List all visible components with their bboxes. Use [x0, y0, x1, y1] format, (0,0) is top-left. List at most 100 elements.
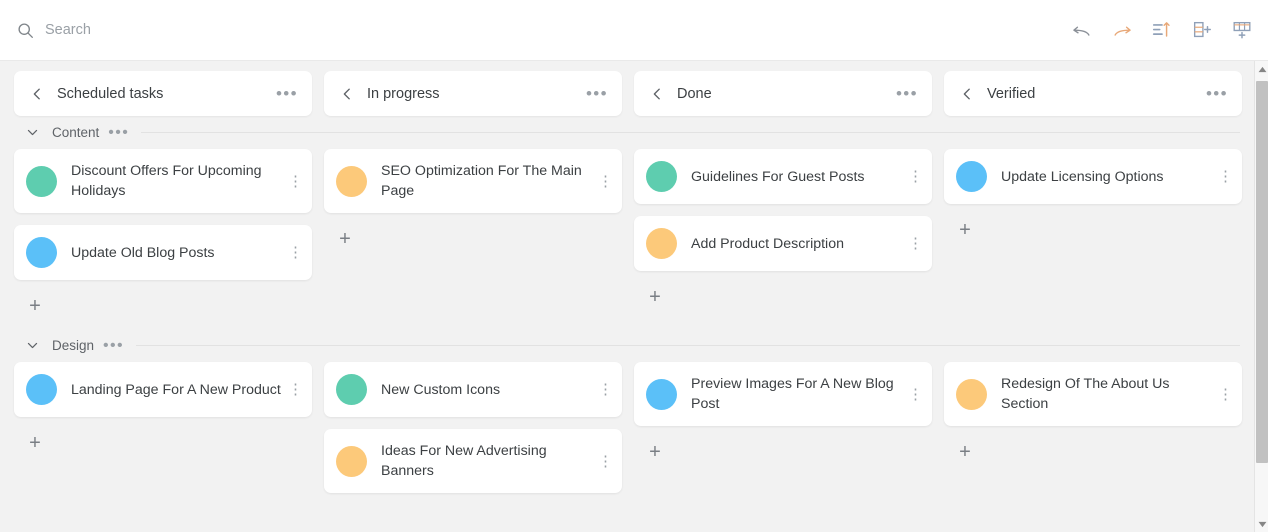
add-task-button[interactable]: + [332, 226, 358, 252]
redo-icon [1114, 26, 1131, 36]
group-header-design[interactable]: Design ••• [0, 329, 1254, 362]
task-title: Preview Images For A New Blog Post [691, 376, 894, 412]
task-menu-button[interactable]: ⋮ [288, 382, 303, 397]
task-title: SEO Optimization For The Main Page [381, 163, 582, 199]
task-card[interactable]: Ideas For New Advertising Banners ⋮ [324, 429, 622, 493]
column-menu-button[interactable]: ••• [276, 85, 298, 102]
undo-icon [1073, 26, 1090, 36]
task-title: New Custom Icons [381, 381, 501, 398]
add-task-button[interactable]: + [642, 439, 668, 465]
search-input[interactable] [45, 22, 345, 38]
avatar [26, 165, 57, 197]
add-task-button[interactable]: + [952, 439, 978, 465]
add-task-button[interactable]: + [642, 284, 668, 310]
task-menu-button[interactable]: ⋮ [1218, 387, 1233, 402]
add-row-button[interactable] [1230, 18, 1254, 42]
task-card[interactable]: Redesign Of The About Us Section ⋮ [944, 362, 1242, 426]
add-task-button[interactable]: + [22, 293, 48, 319]
task-menu-button[interactable]: ⋮ [908, 169, 923, 184]
chevron-down-icon[interactable] [26, 126, 39, 139]
chevron-down-icon[interactable] [26, 339, 39, 352]
task-card[interactable]: Update Licensing Options ⋮ [944, 149, 1242, 204]
lane-cell-design-verified: Redesign Of The About Us Section ⋮ + [944, 362, 1242, 475]
task-card[interactable]: New Custom Icons ⋮ [324, 362, 622, 417]
add-task-button[interactable]: + [22, 430, 48, 456]
add-task-button[interactable]: + [952, 217, 978, 243]
chevron-left-icon[interactable] [340, 87, 354, 101]
task-card[interactable]: Discount Offers For Upcoming Holidays ⋮ [14, 149, 312, 213]
scroll-down-button[interactable] [1255, 516, 1268, 532]
undo-button[interactable] [1070, 18, 1094, 42]
group-name: Content [52, 125, 100, 140]
task-title: Update Licensing Options [1001, 168, 1164, 185]
add-column-icon [1193, 21, 1211, 38]
group-header-content[interactable]: Content ••• [0, 116, 1254, 149]
task-menu-button[interactable]: ⋮ [288, 245, 303, 260]
avatar [26, 237, 57, 268]
task-menu-button[interactable]: ⋮ [288, 174, 303, 189]
column-header-verified[interactable]: Verified ••• [944, 71, 1242, 116]
lane-cell-design-scheduled-tasks: Landing Page For A New Product ⋮ + [14, 362, 312, 466]
sort-button[interactable] [1150, 18, 1174, 42]
vertical-scrollbar[interactable] [1254, 61, 1268, 532]
scrollbar-track[interactable] [1255, 77, 1268, 516]
scroll-up-button[interactable] [1255, 61, 1268, 77]
task-card[interactable]: Preview Images For A New Blog Post ⋮ [634, 362, 932, 426]
column-menu-button[interactable]: ••• [586, 85, 608, 102]
column-header-row: Scheduled tasks ••• In progress ••• Done… [0, 61, 1254, 116]
column-header-in-progress[interactable]: In progress ••• [324, 71, 622, 116]
avatar [336, 165, 367, 197]
group-menu-button[interactable]: ••• [103, 337, 124, 353]
toolbar [1070, 18, 1254, 42]
search-box[interactable] [17, 0, 345, 60]
column-title: Verified [987, 85, 1036, 102]
add-column-button[interactable] [1190, 18, 1214, 42]
avatar [646, 378, 677, 410]
task-title: Redesign Of The About Us Section [1001, 376, 1170, 412]
avatar [956, 378, 987, 410]
top-bar [0, 0, 1268, 61]
task-menu-button[interactable]: ⋮ [908, 387, 923, 402]
task-title: Guidelines For Guest Posts [691, 168, 865, 185]
lane-cell-content-verified: Update Licensing Options ⋮ + [944, 149, 1242, 253]
task-card[interactable]: Add Product Description ⋮ [634, 216, 932, 271]
lane-cell-content-in-progress: SEO Optimization For The Main Page ⋮ + [324, 149, 622, 262]
task-title: Landing Page For A New Product [71, 381, 281, 398]
lane-cell-design-in-progress: New Custom Icons ⋮ Ideas For New Adverti… [324, 362, 622, 505]
column-title: Scheduled tasks [57, 85, 164, 102]
chevron-left-icon[interactable] [30, 87, 44, 101]
column-menu-button[interactable]: ••• [896, 85, 918, 102]
lane-cell-design-done: Preview Images For A New Blog Post ⋮ + [634, 362, 932, 475]
chevron-left-icon[interactable] [650, 87, 664, 101]
lane-cell-content-done: Guidelines For Guest Posts ⋮ Add Product… [634, 149, 932, 320]
task-card[interactable]: Landing Page For A New Product ⋮ [14, 362, 312, 417]
column-title: In progress [367, 85, 440, 102]
task-card[interactable]: Guidelines For Guest Posts ⋮ [634, 149, 932, 204]
task-menu-button[interactable]: ⋮ [908, 236, 923, 251]
avatar [336, 374, 367, 405]
task-card[interactable]: SEO Optimization For The Main Page ⋮ [324, 149, 622, 213]
caret-down-icon [1258, 521, 1266, 527]
group-divider [136, 345, 1240, 346]
lane-cell-content-scheduled-tasks: Discount Offers For Upcoming Holidays ⋮ … [14, 149, 312, 329]
avatar [336, 445, 367, 477]
scrollbar-thumb[interactable] [1256, 81, 1268, 463]
group-menu-button[interactable]: ••• [108, 124, 129, 140]
chevron-left-icon[interactable] [960, 87, 974, 101]
column-menu-button[interactable]: ••• [1206, 85, 1228, 102]
task-card[interactable]: Update Old Blog Posts ⋮ [14, 225, 312, 280]
task-title: Ideas For New Advertising Banners [381, 443, 547, 479]
task-menu-button[interactable]: ⋮ [598, 174, 613, 189]
caret-up-icon [1258, 66, 1266, 72]
task-title: Update Old Blog Posts [71, 244, 215, 261]
group-name: Design [52, 338, 95, 353]
column-header-done[interactable]: Done ••• [634, 71, 932, 116]
column-header-scheduled-tasks[interactable]: Scheduled tasks ••• [14, 71, 312, 116]
task-menu-button[interactable]: ⋮ [598, 382, 613, 397]
task-title: Discount Offers For Upcoming Holidays [71, 163, 262, 199]
redo-button[interactable] [1110, 18, 1134, 42]
task-menu-button[interactable]: ⋮ [1218, 169, 1233, 184]
avatar [26, 374, 57, 405]
task-menu-button[interactable]: ⋮ [598, 454, 613, 469]
avatar [646, 161, 677, 192]
